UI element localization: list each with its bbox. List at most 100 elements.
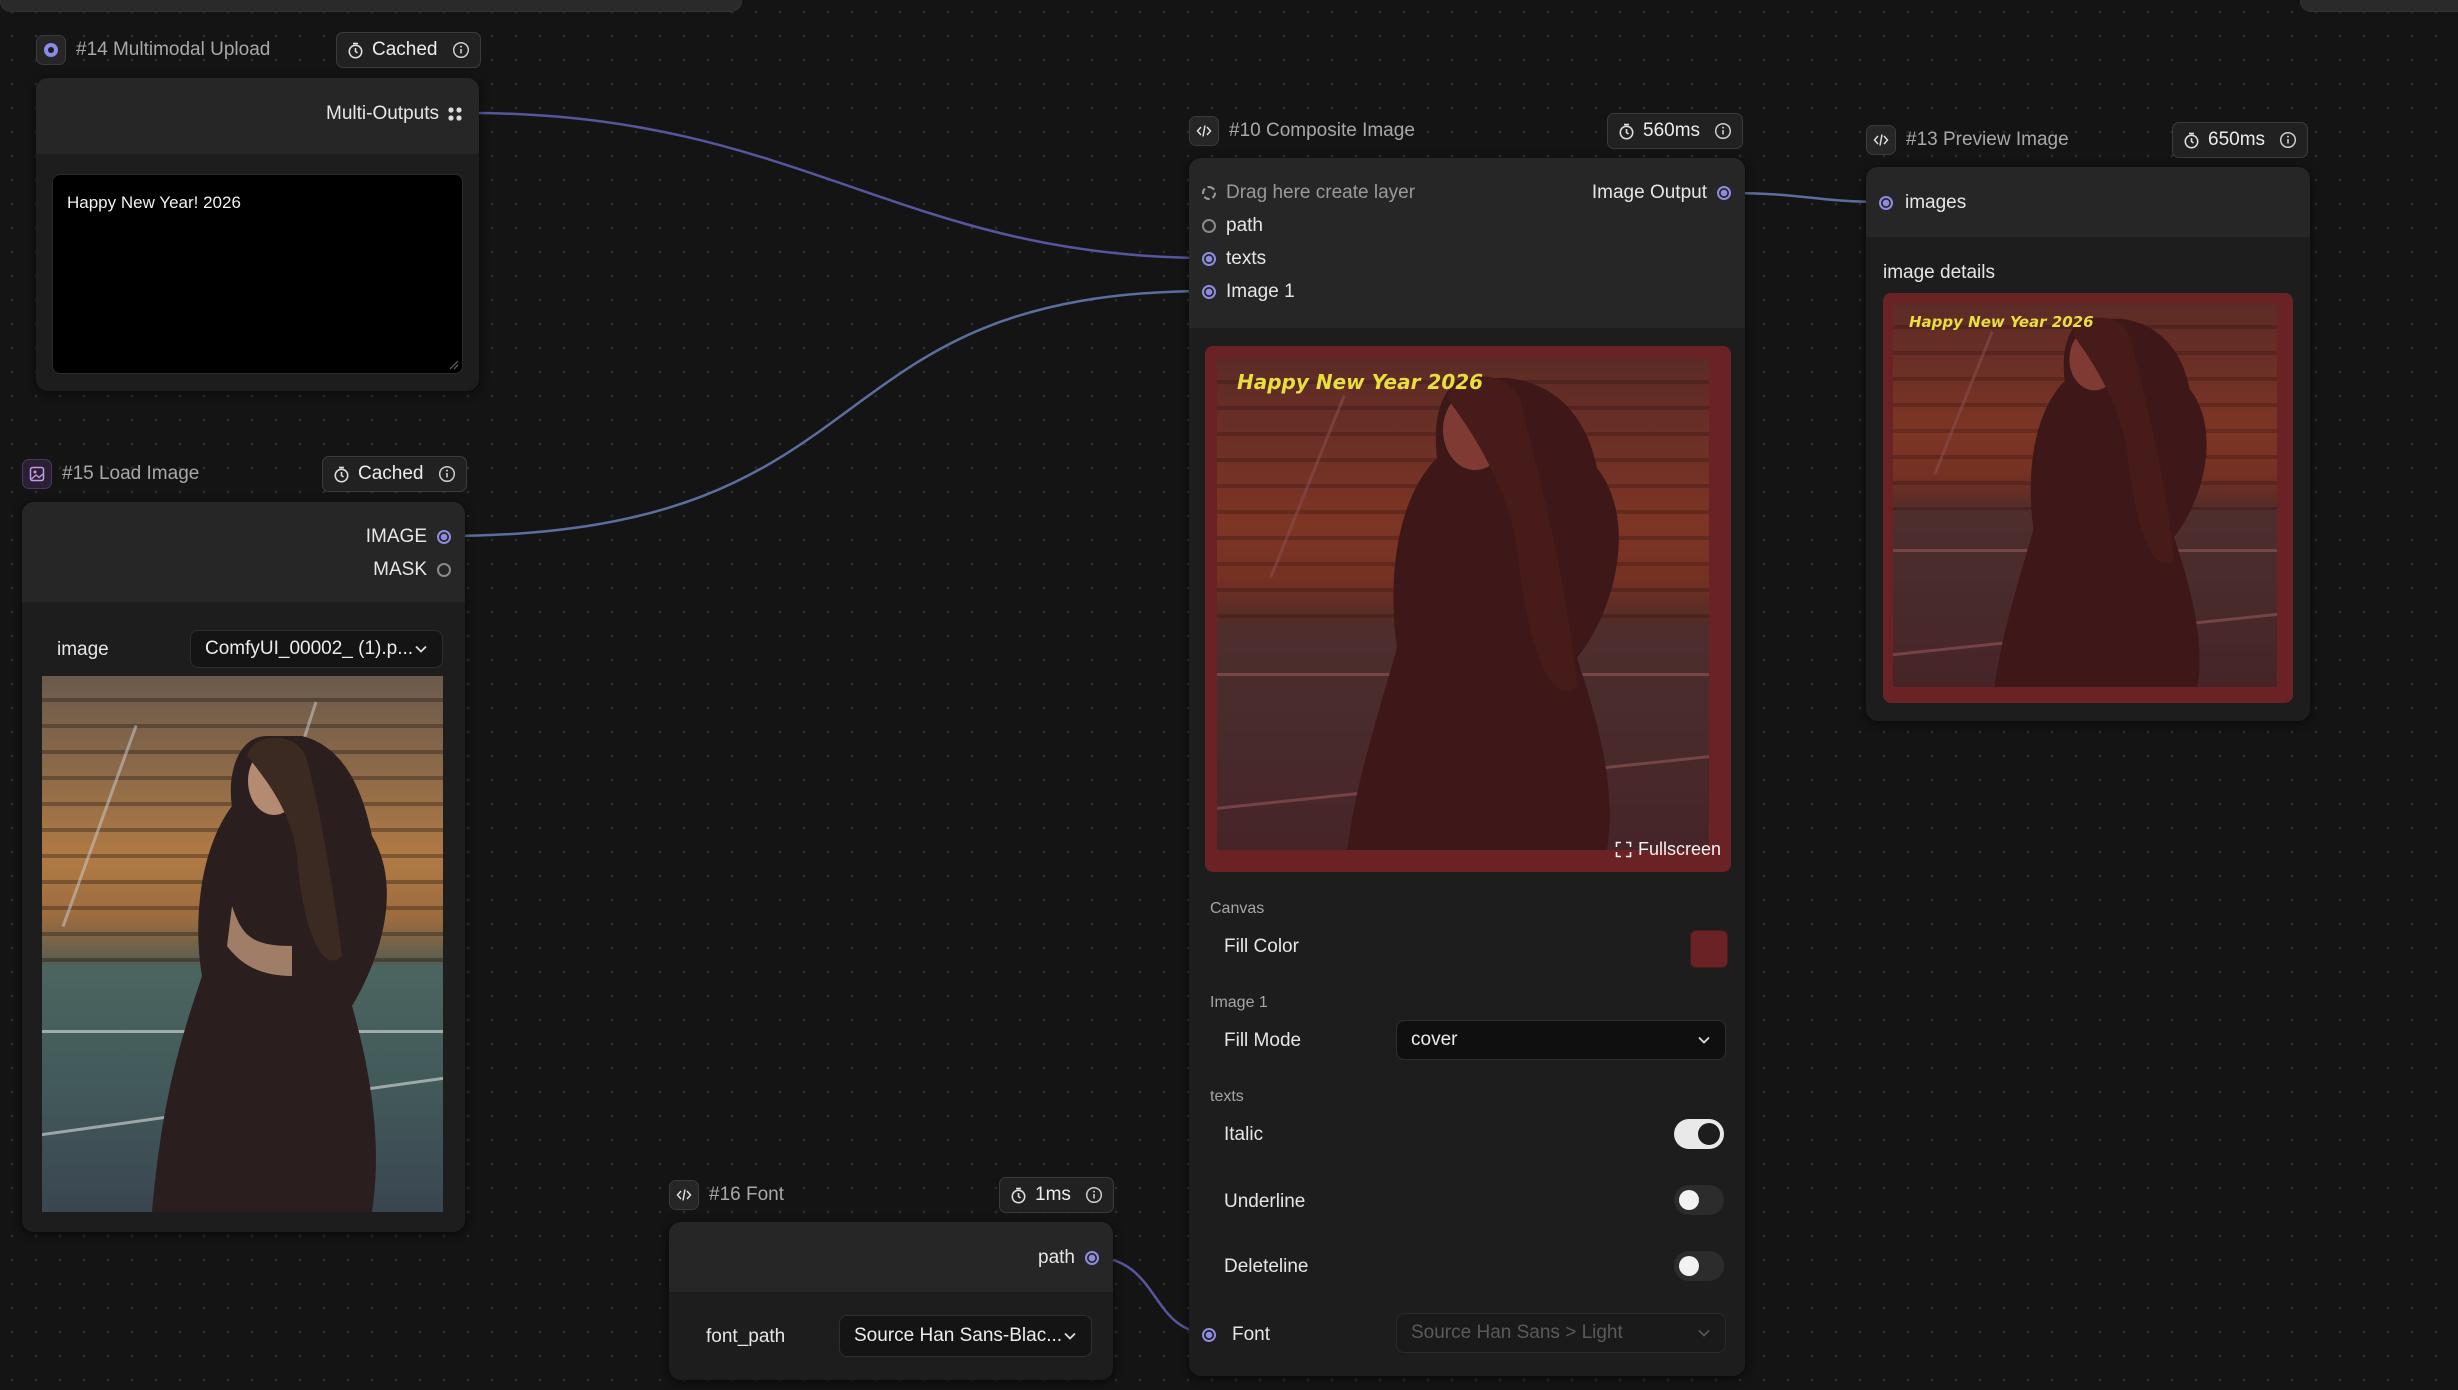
node-title: #14 Multimodal Upload xyxy=(76,39,271,60)
status-badge[interactable]: 1ms xyxy=(999,1177,1114,1213)
underline-toggle[interactable] xyxy=(1674,1185,1724,1215)
port-dot[interactable] xyxy=(1879,196,1893,210)
preview-image-node: images image details Happy New Year 2026 xyxy=(1866,167,2310,721)
badge-text: 560ms xyxy=(1643,120,1701,141)
output-port-mask[interactable]: MASK xyxy=(373,559,451,581)
port-label: Image 1 xyxy=(1226,281,1295,302)
node-io-area: path xyxy=(669,1222,1113,1292)
top-toolbar-right xyxy=(2300,0,2458,12)
multimodal-upload-header[interactable]: #14 Multimodal Upload Cached xyxy=(36,32,481,68)
status-badge[interactable]: Cached xyxy=(336,32,481,68)
badge-text: 650ms xyxy=(2208,129,2266,150)
port-label: images xyxy=(1905,192,1967,213)
input-port-path[interactable]: path xyxy=(1202,215,1263,237)
port-label: Image Output xyxy=(1591,182,1707,203)
preview-image: Happy New Year 2026 xyxy=(1893,303,2277,687)
output-port-image-output[interactable]: Image Output xyxy=(1592,182,1731,204)
italic-toggle[interactable] xyxy=(1674,1119,1724,1149)
node-title: #16 Font xyxy=(709,1184,784,1205)
font-select[interactable]: Source Han Sans > Light xyxy=(1396,1313,1726,1353)
chevron-down-icon xyxy=(415,645,427,653)
status-badge[interactable]: 560ms xyxy=(1607,113,1744,149)
port-label: path xyxy=(1226,215,1263,236)
node-io-area: Multi-Outputs xyxy=(36,78,479,154)
canvas-section-label: Canvas xyxy=(1210,900,1265,917)
select-value: Source Han Sans-Blac... xyxy=(854,1325,1063,1346)
composite-image-header[interactable]: #10 Composite Image 560ms xyxy=(1189,113,1745,149)
badge-text: Cached xyxy=(372,39,438,60)
fill-color-label: Fill Color xyxy=(1224,936,1299,957)
preview-image-header[interactable]: #13 Preview Image 650ms xyxy=(1866,122,2310,158)
input-port-image-1[interactable]: Image 1 xyxy=(1202,281,1295,303)
select-value: Source Han Sans > Light xyxy=(1411,1322,1623,1343)
composite-image-node: Drag here create layer path texts Image … xyxy=(1189,158,1745,1376)
chevron-down-icon xyxy=(1698,1329,1710,1337)
fullscreen-button[interactable]: Fullscreen xyxy=(1615,839,1721,860)
port-dot[interactable] xyxy=(1085,1251,1099,1265)
port-dot[interactable] xyxy=(437,530,451,544)
grid-dots-icon xyxy=(448,107,462,121)
select-value: cover xyxy=(1411,1029,1458,1050)
image-select[interactable]: ComfyUI_00002_ (1).p... xyxy=(190,630,443,668)
port-dot[interactable] xyxy=(1202,219,1216,233)
fill-mode-select[interactable]: cover xyxy=(1396,1020,1726,1060)
info-icon[interactable] xyxy=(438,465,456,483)
select-value: ComfyUI_00002_ (1).p... xyxy=(205,638,414,659)
resize-handle-icon[interactable] xyxy=(449,360,459,370)
chevron-down-icon xyxy=(1698,1036,1710,1044)
input-port-texts[interactable]: texts xyxy=(1202,248,1266,270)
wire-texts xyxy=(469,111,1210,260)
info-icon[interactable] xyxy=(1085,1186,1103,1204)
port-dot[interactable] xyxy=(437,563,451,577)
output-port-image[interactable]: IMAGE xyxy=(366,526,451,548)
timer-icon xyxy=(333,466,350,483)
node-io-area: images xyxy=(1866,167,2310,237)
top-toolbar-left xyxy=(0,0,742,12)
input-port-images[interactable]: images xyxy=(1879,192,1966,214)
status-badge[interactable]: 650ms xyxy=(2172,122,2309,158)
port-dot[interactable] xyxy=(1202,1328,1216,1342)
input-port-font[interactable]: Font xyxy=(1202,1324,1270,1346)
node-io-area: Drag here create layer path texts Image … xyxy=(1189,158,1745,328)
port-label: path xyxy=(1038,1247,1075,1268)
port-dot[interactable] xyxy=(1717,186,1731,200)
fill-color-swatch[interactable] xyxy=(1690,930,1728,968)
info-icon[interactable] xyxy=(452,41,470,59)
output-port-path[interactable]: path xyxy=(1038,1247,1099,1269)
deleteline-label: Deleteline xyxy=(1224,1256,1309,1277)
load-image-header[interactable]: #15 Load Image Cached xyxy=(22,456,467,492)
composite-canvas[interactable]: Happy New Year 2026 Fullscreen xyxy=(1205,346,1731,872)
info-icon[interactable] xyxy=(1714,122,1732,140)
italic-label: Italic xyxy=(1224,1124,1264,1145)
image1-section-label: Image 1 xyxy=(1210,994,1268,1011)
port-dot[interactable] xyxy=(1202,186,1216,200)
code-icon xyxy=(1866,125,1896,155)
font-node-header[interactable]: #16 Font 1ms xyxy=(669,1177,1114,1213)
port-dot[interactable] xyxy=(1202,252,1216,266)
port-dot[interactable] xyxy=(1202,285,1216,299)
input-port-drag-layer[interactable]: Drag here create layer xyxy=(1202,182,1415,204)
port-label: MASK xyxy=(373,559,427,580)
chevron-down-icon xyxy=(1064,1332,1076,1340)
fill-mode-label: Fill Mode xyxy=(1224,1030,1302,1051)
deleteline-toggle[interactable] xyxy=(1674,1251,1724,1281)
preview-canvas[interactable]: Happy New Year 2026 xyxy=(1883,293,2293,703)
status-badge[interactable]: Cached xyxy=(322,456,467,492)
output-port-multi-outputs[interactable]: Multi-Outputs xyxy=(326,103,463,125)
underline-label: Underline xyxy=(1224,1191,1306,1212)
multimodal-upload-node: Multi-Outputs Happy New Year! 2026 xyxy=(36,78,479,391)
overlay-text: Happy New Year 2026 xyxy=(1909,313,2094,331)
load-image-node: IMAGE MASK image ComfyUI_00002_ (1).p... xyxy=(22,502,465,1232)
info-icon[interactable] xyxy=(2279,131,2297,149)
node-io-area: IMAGE MASK xyxy=(22,502,465,602)
timer-icon xyxy=(1010,1187,1027,1204)
timer-icon xyxy=(1618,123,1635,140)
wire-image xyxy=(443,289,1210,538)
timer-icon xyxy=(2183,132,2200,149)
image-field-label: image xyxy=(57,639,109,660)
fullscreen-icon xyxy=(1615,841,1632,858)
font-node: path font_path Source Han Sans-Blac... xyxy=(669,1222,1113,1380)
text-input-area[interactable]: Happy New Year! 2026 xyxy=(52,174,463,374)
badge-text: Cached xyxy=(358,463,424,484)
font-path-select[interactable]: Source Han Sans-Blac... xyxy=(839,1315,1092,1357)
